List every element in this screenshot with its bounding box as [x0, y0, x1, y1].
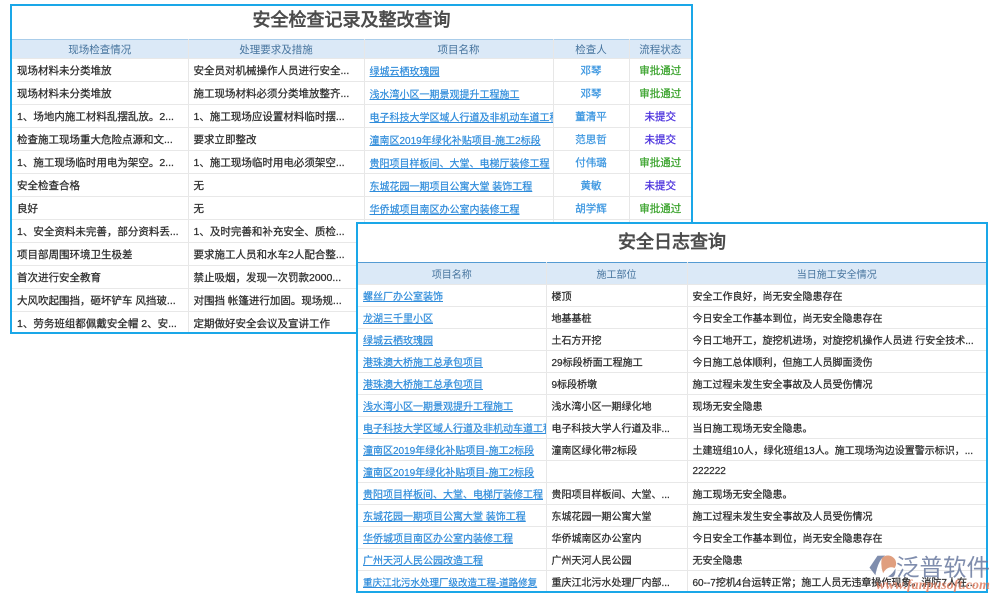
svg-text:泛普软件: 泛普软件: [896, 555, 990, 581]
svg-text:www.fanpusoft.com: www.fanpusoft.com: [876, 578, 990, 593]
